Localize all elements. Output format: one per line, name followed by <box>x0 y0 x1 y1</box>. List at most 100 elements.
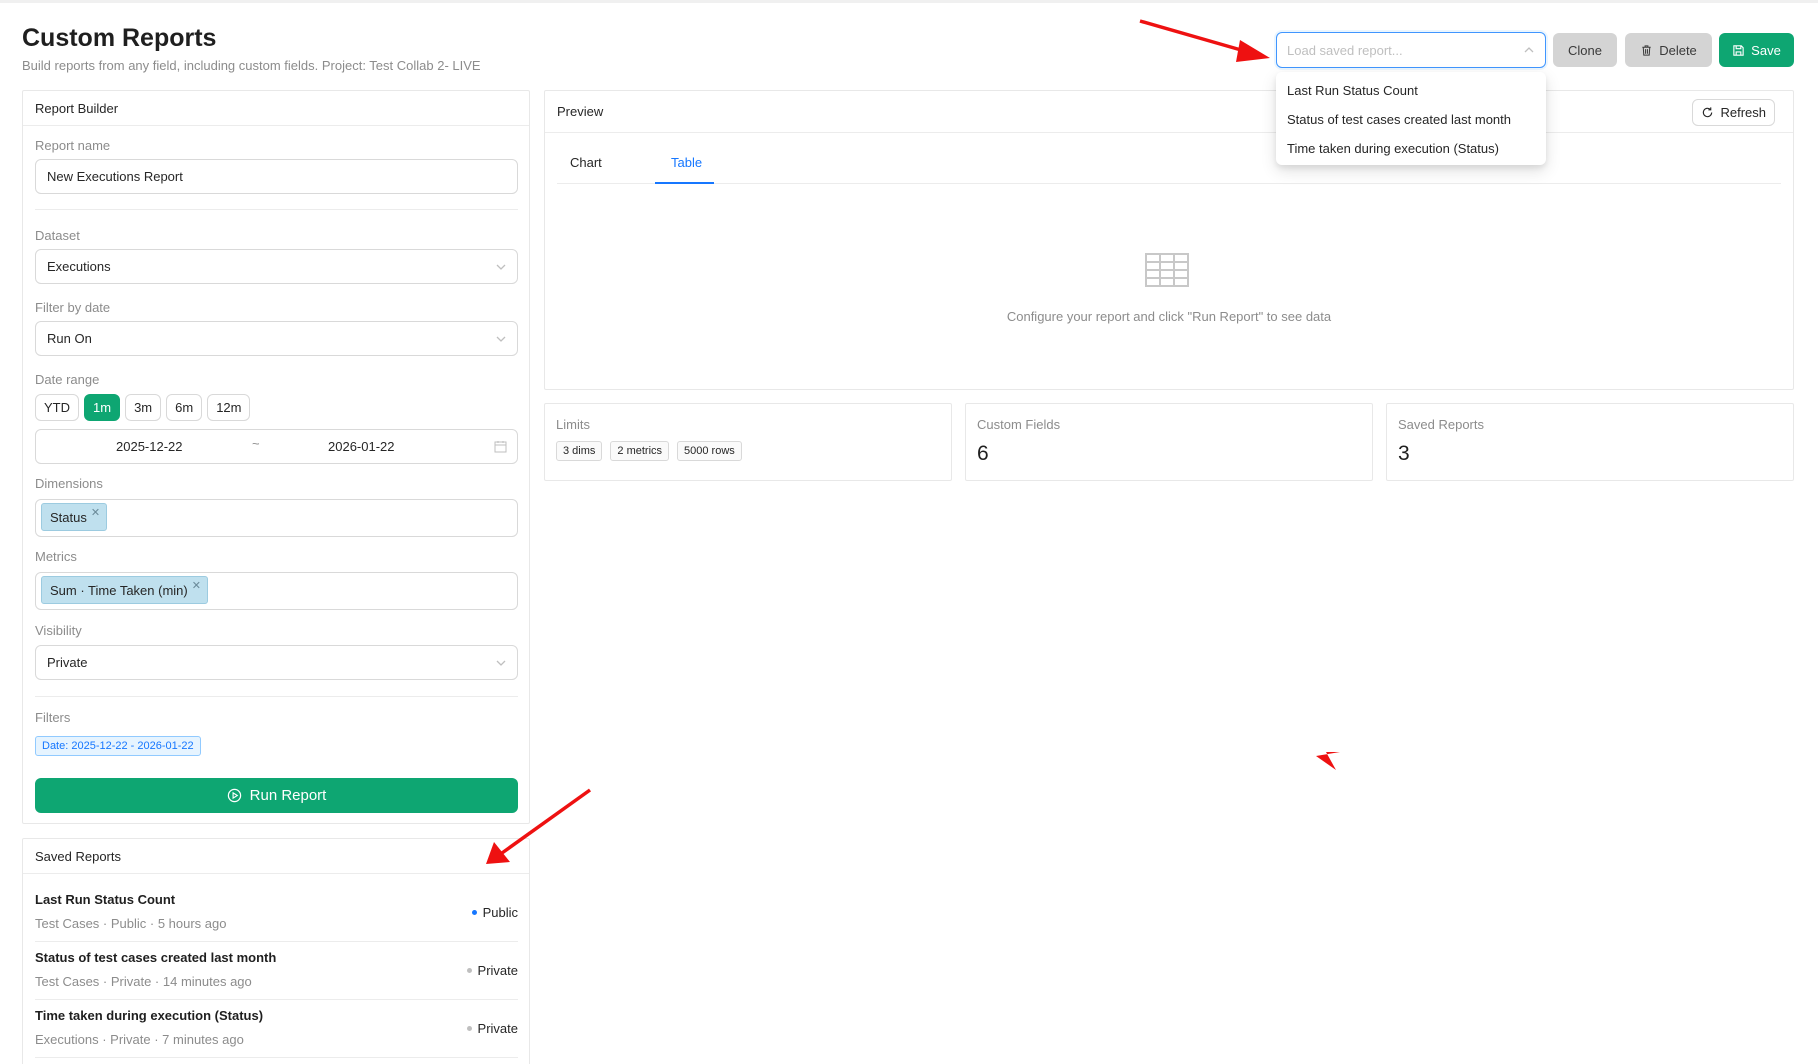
saved-report-meta: Test Cases · Private · 14 minutes ago <box>35 974 252 989</box>
active-tab-indicator <box>655 182 714 184</box>
refresh-button[interactable]: Refresh <box>1692 99 1775 126</box>
visibility-badge: Private <box>466 1021 518 1036</box>
visibility-select[interactable]: Private <box>35 645 518 680</box>
chevron-down-icon <box>496 336 506 342</box>
date-filter-chip: Date: 2025-12-22 - 2026-01-22 <box>35 736 201 756</box>
visibility-badge: Public <box>471 905 518 920</box>
report-builder-title: Report Builder <box>23 91 529 126</box>
load-saved-report-select[interactable]: Load saved report... <box>1276 32 1546 68</box>
custom-fields-label: Custom Fields <box>977 417 1061 432</box>
dropdown-option[interactable]: Time taken during execution (Status) <box>1276 134 1546 163</box>
report-name-input[interactable]: New Executions Report <box>35 159 518 194</box>
date-end[interactable]: 2026-01-22 <box>328 439 395 454</box>
tab-chart[interactable]: Chart <box>570 155 602 170</box>
dataset-label: Dataset <box>35 228 80 243</box>
metrics-select[interactable]: Sum · Time Taken (min) ✕ <box>35 572 518 610</box>
saved-report-meta: Executions · Private · 7 minutes ago <box>35 1032 244 1047</box>
chevron-down-icon <box>496 660 506 666</box>
saved-report-dropdown: Last Run Status Count Status of test cas… <box>1276 72 1546 165</box>
status-dot <box>471 910 477 915</box>
visibility-text: Private <box>477 1021 518 1036</box>
trash-icon <box>1642 44 1651 56</box>
table-icon <box>1145 253 1189 287</box>
date-range-presets: YTD 1m 3m 6m 12m <box>35 394 251 421</box>
limits-label: Limits <box>556 417 590 432</box>
metric-tag: Sum · Time Taken (min) ✕ <box>41 576 208 604</box>
dropdown-option[interactable]: Last Run Status Count <box>1276 76 1546 105</box>
save-icon <box>1733 44 1744 56</box>
calendar-icon <box>494 441 507 453</box>
limit-chip: 2 metrics <box>610 441 670 461</box>
saved-report-name: Status of test cases created last month <box>35 950 277 965</box>
divider <box>35 209 518 210</box>
play-circle-icon <box>227 788 241 803</box>
custom-fields-card: Custom Fields 6 <box>965 403 1373 481</box>
run-report-label: Run Report <box>249 787 327 804</box>
dataset-select[interactable]: Executions <box>35 249 518 284</box>
saved-report-name: Time taken during execution (Status) <box>35 1008 264 1023</box>
date-range-label: Date range <box>35 372 100 387</box>
close-icon[interactable]: ✕ <box>192 579 201 592</box>
filters-label: Filters <box>35 710 71 725</box>
limit-chip: 5000 rows <box>677 441 742 461</box>
metric-tag-label: Sum · Time Taken (min) <box>50 582 188 598</box>
limit-chip: 3 dims <box>556 441 603 461</box>
empty-state-text: Configure your report and click "Run Rep… <box>1006 309 1332 324</box>
load-select-placeholder: Load saved report... <box>1287 42 1403 58</box>
dataset-value: Executions <box>47 259 111 274</box>
saved-report-item[interactable]: Time taken during execution (Status) Exe… <box>35 1000 518 1058</box>
visibility-badge: Private <box>466 963 518 978</box>
dimensions-label: Dimensions <box>35 476 103 491</box>
saved-report-name: Last Run Status Count <box>35 892 176 907</box>
saved-reports-card: Saved Reports Last Run Status Count Test… <box>22 838 530 1064</box>
range-6m-button[interactable]: 6m <box>166 394 203 421</box>
close-icon[interactable]: ✕ <box>91 506 100 519</box>
preview-card: Preview Refresh Chart Table Configure yo… <box>544 90 1794 390</box>
filter-by-date-select[interactable]: Run On <box>35 321 518 356</box>
range-12m-button[interactable]: 12m <box>207 394 251 421</box>
refresh-icon <box>1703 107 1713 118</box>
tab-table[interactable]: Table <box>671 155 702 170</box>
refresh-label: Refresh <box>1720 105 1766 120</box>
page-subtitle: Build reports from any field, including … <box>22 58 481 73</box>
divider <box>35 696 518 697</box>
preview-tabs: Chart Table <box>557 143 1781 184</box>
dropdown-option[interactable]: Status of test cases created last month <box>1276 105 1546 134</box>
date-separator: ~ <box>252 436 260 451</box>
date-range-picker[interactable]: 2025-12-22 ~ 2026-01-22 <box>35 429 518 464</box>
report-name-label: Report name <box>35 138 111 153</box>
saved-reports-stat-value: 3 <box>1398 442 1410 465</box>
delete-button[interactable]: Delete <box>1625 33 1712 67</box>
visibility-text: Public <box>482 905 518 920</box>
visibility-value: Private <box>47 655 88 670</box>
chevron-down-icon <box>496 264 506 270</box>
date-start[interactable]: 2025-12-22 <box>116 439 183 454</box>
saved-reports-title: Saved Reports <box>23 839 529 874</box>
limit-chips: 3 dims 2 metrics 5000 rows <box>556 441 742 461</box>
status-dot <box>466 1026 472 1031</box>
report-builder-card: Report Builder Report name New Execution… <box>22 90 530 824</box>
delete-button-label: Delete <box>1659 42 1697 58</box>
range-ytd-button[interactable]: YTD <box>35 394 79 421</box>
save-button-label: Save <box>1751 42 1781 58</box>
dimension-tag: Status ✕ <box>41 503 108 531</box>
filter-by-date-label: Filter by date <box>35 300 111 315</box>
saved-reports-stat-label: Saved Reports <box>1398 417 1484 432</box>
dimension-tag-label: Status <box>50 509 87 525</box>
chevron-up-icon <box>1524 47 1534 53</box>
run-report-button[interactable]: Run Report <box>35 778 518 813</box>
visibility-text: Private <box>477 963 518 978</box>
limits-card: Limits 3 dims 2 metrics 5000 rows <box>544 403 952 481</box>
page-title: Custom Reports <box>22 24 217 52</box>
visibility-label: Visibility <box>35 623 82 638</box>
range-3m-button[interactable]: 3m <box>125 394 162 421</box>
clone-button[interactable]: Clone <box>1553 33 1617 67</box>
saved-report-meta: Test Cases · Public · 5 hours ago <box>35 916 227 931</box>
dimensions-select[interactable]: Status ✕ <box>35 499 518 537</box>
saved-report-item[interactable]: Last Run Status Count Test Cases · Publi… <box>35 884 518 942</box>
filter-by-date-value: Run On <box>47 331 92 346</box>
range-1m-button[interactable]: 1m <box>84 394 121 421</box>
save-button[interactable]: Save <box>1719 33 1794 67</box>
preview-title: Preview <box>545 91 1793 133</box>
saved-report-item[interactable]: Status of test cases created last month … <box>35 942 518 1000</box>
